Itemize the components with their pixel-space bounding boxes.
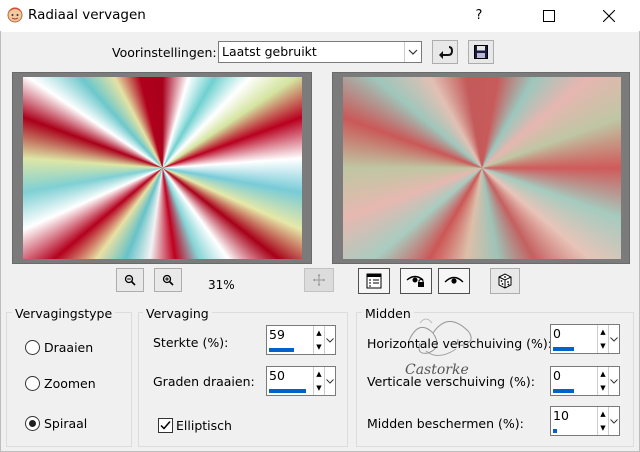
graden-spinner[interactable]: 50 ▲ ▼ <box>266 366 336 396</box>
label-spiraal[interactable]: Spiraal <box>44 416 87 431</box>
preview-on-image-button[interactable] <box>438 268 470 294</box>
eye-lock-icon <box>406 275 424 287</box>
randomize-button[interactable] <box>490 268 520 294</box>
graden-slider-fill[interactable] <box>269 389 306 393</box>
vervaging-title: Vervaging <box>143 306 212 321</box>
save-preset-button[interactable] <box>468 40 494 64</box>
app-icon <box>6 6 24 24</box>
chevron-down-icon[interactable] <box>404 42 421 62</box>
horizontal-offset-spinner[interactable]: 0 ▲ ▼ <box>550 324 620 354</box>
radio-zoomen[interactable] <box>25 376 40 391</box>
zoom-level: 31% <box>208 278 235 292</box>
sterkte-chevron-down-icon[interactable] <box>324 326 335 354</box>
sterkte-value[interactable]: 59 <box>269 327 285 342</box>
sterkte-down-arrow-icon[interactable]: ▼ <box>313 340 324 354</box>
sterkte-up-arrow-icon[interactable]: ▲ <box>313 326 324 340</box>
horizontal-chevron-down-icon[interactable] <box>608 325 619 353</box>
elliptisch-checkbox[interactable] <box>158 418 173 433</box>
protect-center-slider-fill[interactable] <box>553 429 557 433</box>
vertical-chevron-down-icon[interactable] <box>608 367 619 395</box>
floppy-disk-icon <box>474 45 488 59</box>
zoom-in-button[interactable] <box>154 268 182 292</box>
zoom-in-icon <box>162 274 174 286</box>
horizontal-down-arrow-icon[interactable]: ▼ <box>597 339 608 353</box>
help-button[interactable]: ? <box>456 0 502 31</box>
help-label: ? <box>475 8 483 23</box>
vertical-offset-value[interactable]: 0 <box>553 368 561 383</box>
horizontal-up-arrow-icon[interactable]: ▲ <box>597 325 608 339</box>
sterkte-slider-fill[interactable] <box>269 348 294 352</box>
sterkte-spinner[interactable]: 59 ▲ ▼ <box>266 325 336 355</box>
vertical-down-arrow-icon[interactable]: ▼ <box>597 381 608 395</box>
label-draaien[interactable]: Draaien <box>44 340 93 355</box>
window-title: Radiaal vervagen <box>28 7 146 23</box>
result-preview-image <box>343 77 621 259</box>
reset-preset-button[interactable] <box>432 40 458 64</box>
proof-button[interactable] <box>358 268 390 294</box>
radio-spiraal[interactable] <box>25 416 40 431</box>
reset-arrow-icon <box>439 46 453 59</box>
protect-center-value[interactable]: 10 <box>553 408 569 423</box>
fade-type-title: Vervagingstype <box>12 306 116 321</box>
sterkte-label: Sterkte (%): <box>153 335 229 350</box>
elliptisch-label[interactable]: Elliptisch <box>176 418 232 433</box>
zoom-out-button[interactable] <box>116 268 144 292</box>
presets-label: Voorinstellingen: <box>112 45 217 60</box>
auto-proof-button[interactable] <box>400 268 432 294</box>
graden-label: Graden draaien: <box>153 374 255 389</box>
protect-down-arrow-icon[interactable]: ▼ <box>597 421 608 435</box>
vertical-offset-spinner[interactable]: 0 ▲ ▼ <box>550 366 620 396</box>
presets-value: Laatst gebruikt <box>222 44 317 59</box>
vertical-offset-label: Verticale verschuiving (%): <box>367 374 535 389</box>
move-icon <box>313 274 325 286</box>
vertical-offset-slider-fill[interactable] <box>553 389 574 393</box>
dialog-list-icon <box>366 273 382 289</box>
horizontal-offset-value[interactable]: 0 <box>553 326 561 341</box>
presets-dropdown[interactable]: Laatst gebruikt <box>218 41 422 63</box>
protect-up-arrow-icon[interactable]: ▲ <box>597 407 608 421</box>
pan-button[interactable] <box>304 268 334 292</box>
maximize-icon <box>543 9 555 22</box>
checkmark-icon <box>160 421 171 430</box>
graden-value[interactable]: 50 <box>269 368 285 383</box>
protect-center-label: Midden beschermen (%): <box>367 416 524 431</box>
close-button[interactable] <box>586 0 632 31</box>
original-preview-image <box>23 77 302 259</box>
graden-chevron-down-icon[interactable] <box>324 367 335 395</box>
graden-up-arrow-icon[interactable]: ▲ <box>313 367 324 381</box>
zoom-out-icon <box>124 274 136 286</box>
protect-chevron-down-icon[interactable] <box>608 407 619 435</box>
protect-center-spinner[interactable]: 10 ▲ ▼ <box>550 406 620 436</box>
dice-icon <box>498 273 512 289</box>
maximize-button[interactable] <box>526 0 572 31</box>
graden-down-arrow-icon[interactable]: ▼ <box>313 381 324 395</box>
radio-draaien[interactable] <box>25 340 40 355</box>
vertical-up-arrow-icon[interactable]: ▲ <box>597 367 608 381</box>
eye-icon <box>444 276 464 284</box>
horizontal-offset-label: Horizontale verschuiving (%): <box>367 336 552 351</box>
close-icon <box>603 9 615 22</box>
label-zoomen[interactable]: Zoomen <box>44 376 96 391</box>
result-preview[interactable] <box>332 72 630 264</box>
original-preview[interactable] <box>12 72 312 264</box>
horizontal-offset-slider-fill[interactable] <box>553 347 574 351</box>
